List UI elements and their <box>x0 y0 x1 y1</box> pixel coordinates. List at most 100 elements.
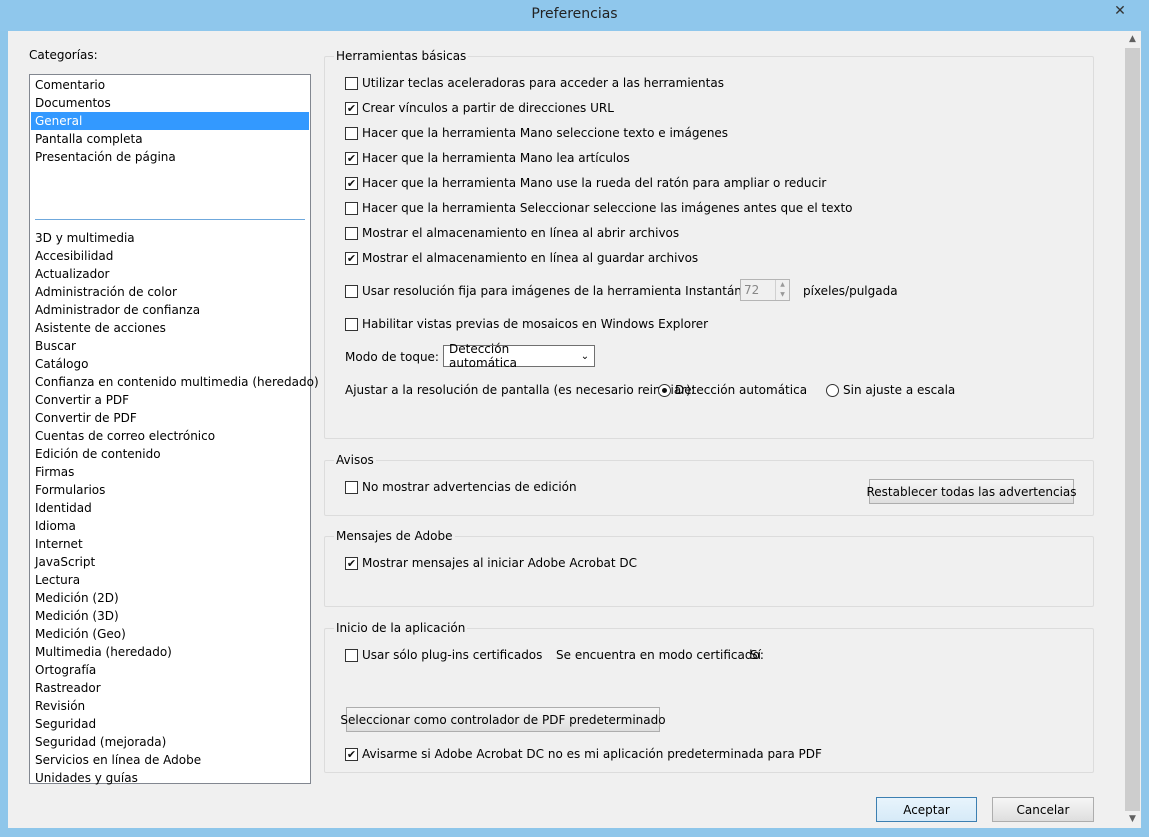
startup-title: Inicio de la aplicación <box>334 621 468 635</box>
category-item[interactable]: Comentario <box>31 76 309 94</box>
category-item[interactable]: Servicios en línea de Adobe <box>31 751 309 769</box>
checkbox[interactable] <box>345 76 358 90</box>
category-item[interactable]: Convertir de PDF <box>31 409 309 427</box>
cancel-button[interactable]: Cancelar <box>992 797 1094 822</box>
scroll-thumb[interactable] <box>1125 48 1140 811</box>
checkbox[interactable] <box>345 126 358 140</box>
category-item[interactable]: Edición de contenido <box>31 445 309 463</box>
category-item[interactable]: Seguridad (mejorada) <box>31 733 309 751</box>
category-item[interactable]: Rastreador <box>31 679 309 697</box>
option-hand-select-text[interactable]: Hacer que la herramienta Mano seleccione… <box>345 126 728 140</box>
certified-mode-value: Sí <box>750 648 761 662</box>
category-item[interactable]: Medición (Geo) <box>31 625 309 643</box>
option-label: Sin ajuste a escala <box>843 383 956 397</box>
category-item[interactable]: 3D y multimedia <box>31 229 309 247</box>
touch-mode-label: Modo de toque: <box>345 350 439 364</box>
radio-button[interactable] <box>826 383 839 397</box>
option-snapshot-resolution[interactable]: Usar resolución fija para imágenes de la… <box>345 284 761 298</box>
category-item[interactable]: Actualizador <box>31 265 309 283</box>
category-item[interactable]: Convertir a PDF <box>31 391 309 409</box>
close-button[interactable]: ✕ <box>1097 0 1143 22</box>
category-item[interactable]: Catálogo <box>31 355 309 373</box>
option-online-storage-open[interactable]: Mostrar el almacenamiento en línea al ab… <box>345 226 679 240</box>
preferences-window: Preferencias ✕ Categorías: Comentario Do… <box>0 0 1149 837</box>
option-url-links[interactable]: Crear vínculos a partir de direcciones U… <box>345 101 614 115</box>
option-select-images-first[interactable]: Hacer que la herramienta Seleccionar sel… <box>345 201 853 215</box>
checkbox[interactable] <box>345 201 358 215</box>
spin-up-icon[interactable]: ▲ <box>776 280 789 290</box>
scaling-option-auto[interactable]: Detección automática <box>658 383 807 397</box>
category-item[interactable]: Cuentas de correo electrónico <box>31 427 309 445</box>
spin-down-icon[interactable]: ▼ <box>776 290 789 300</box>
radio-button[interactable] <box>658 383 671 397</box>
vertical-scrollbar[interactable]: ▲ ▼ <box>1124 31 1141 828</box>
option-hand-wheel-zoom[interactable]: Hacer que la herramienta Mano use la rue… <box>345 176 826 190</box>
reset-warnings-button[interactable]: Restablecer todas las advertencias <box>867 479 1077 504</box>
checkbox[interactable] <box>345 648 358 662</box>
category-item[interactable]: Identidad <box>31 499 309 517</box>
category-item[interactable]: Unidades y guías <box>31 769 309 787</box>
categories-list[interactable]: Comentario Documentos General Pantalla c… <box>29 74 319 787</box>
category-item[interactable]: Revisión <box>31 697 309 715</box>
resolution-value[interactable]: 72 <box>741 280 775 300</box>
window-title: Preferencias <box>531 6 618 22</box>
basic-tools-group: Herramientas básicas Utilizar teclas ace… <box>324 49 1094 439</box>
category-separator <box>35 219 305 220</box>
option-default-app-notify[interactable]: Avisarme si Adobe Acrobat DC no es mi ap… <box>345 747 822 761</box>
category-item[interactable]: Seguridad <box>31 715 309 733</box>
option-hand-read-articles[interactable]: Hacer que la herramienta Mano lea artícu… <box>345 151 630 165</box>
category-item[interactable]: Idioma <box>31 517 309 535</box>
checkbox[interactable] <box>345 101 358 115</box>
category-item[interactable]: Administrador de confianza <box>31 301 309 319</box>
ok-button[interactable]: Aceptar <box>876 797 977 822</box>
touch-mode-select[interactable]: Detección automática ⌄ <box>443 342 595 370</box>
resolution-stepper[interactable]: 72 ▲ ▼ <box>740 279 790 301</box>
scroll-down-icon[interactable]: ▼ <box>1124 811 1141 828</box>
checkbox[interactable] <box>345 151 358 165</box>
category-item[interactable]: Ortografía <box>31 661 309 679</box>
checkbox[interactable] <box>345 747 358 761</box>
option-label: Detección automática <box>675 383 808 397</box>
scaling-option-none[interactable]: Sin ajuste a escala <box>826 383 955 397</box>
option-label: No mostrar advertencias de edición <box>362 480 577 494</box>
dialog-body: Categorías: Comentario Documentos Genera… <box>8 31 1141 828</box>
checkbox[interactable] <box>345 556 358 570</box>
category-item[interactable]: Accesibilidad <box>31 247 309 265</box>
category-item[interactable]: Presentación de página <box>31 148 309 166</box>
category-item[interactable]: Firmas <box>31 463 309 481</box>
category-item[interactable]: Asistente de acciones <box>31 319 309 337</box>
checkbox[interactable] <box>345 317 358 331</box>
option-label: Hacer que la herramienta Mano lea artícu… <box>362 151 630 165</box>
option-certified-plugins[interactable]: Usar sólo plug-ins certificados <box>345 648 542 662</box>
categories-label: Categorías: <box>29 48 98 62</box>
category-item[interactable]: Multimedia (heredado) <box>31 643 309 661</box>
option-label: Utilizar teclas aceleradoras para accede… <box>362 76 724 90</box>
category-item[interactable]: Confianza en contenido multimedia (hered… <box>31 373 319 391</box>
option-label: Usar resolución fija para imágenes de la… <box>362 284 761 298</box>
option-label: Usar sólo plug-ins certificados <box>362 648 543 662</box>
option-accelerator-keys[interactable]: Utilizar teclas aceleradoras para accede… <box>345 76 724 90</box>
option-online-storage-save[interactable]: Mostrar el almacenamiento en línea al gu… <box>345 251 698 265</box>
option-no-edit-warnings[interactable]: No mostrar advertencias de edición <box>345 480 577 494</box>
category-item[interactable]: Formularios <box>31 481 309 499</box>
category-item[interactable]: JavaScript <box>31 553 309 571</box>
category-item[interactable]: Lectura <box>31 571 309 589</box>
checkbox[interactable] <box>345 176 358 190</box>
option-thumbnail-previews[interactable]: Habilitar vistas previas de mosaicos en … <box>345 317 708 331</box>
set-default-pdf-handler-button[interactable]: Seleccionar como controlador de PDF pred… <box>340 707 666 732</box>
checkbox[interactable] <box>345 226 358 240</box>
category-item[interactable]: Internet <box>31 535 309 553</box>
category-item[interactable]: Documentos <box>31 94 309 112</box>
checkbox[interactable] <box>345 480 358 494</box>
option-show-messages[interactable]: Mostrar mensajes al iniciar Adobe Acroba… <box>345 556 637 570</box>
category-item[interactable]: Administración de color <box>31 283 309 301</box>
checkbox[interactable] <box>345 251 358 265</box>
category-item[interactable]: Buscar <box>31 337 309 355</box>
category-item[interactable]: Pantalla completa <box>31 130 309 148</box>
scroll-up-icon[interactable]: ▲ <box>1124 31 1141 48</box>
category-item[interactable]: Medición (3D) <box>31 607 309 625</box>
checkbox[interactable] <box>345 284 358 298</box>
category-item-selected[interactable]: General <box>31 112 309 130</box>
option-label: Mostrar el almacenamiento en línea al ab… <box>362 226 680 240</box>
category-item[interactable]: Medición (2D) <box>31 589 309 607</box>
